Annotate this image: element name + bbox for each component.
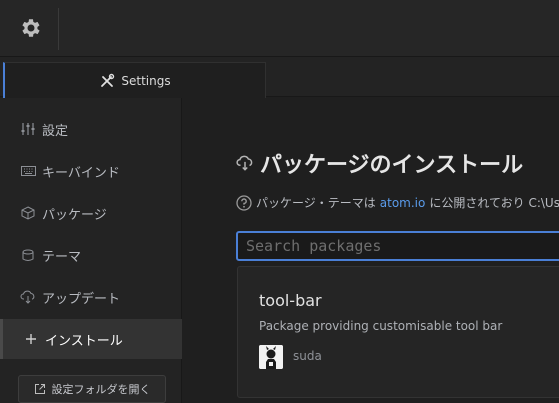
- sidebar-item-keybindings[interactable]: キーバインド: [0, 151, 182, 191]
- atom-io-link[interactable]: atom.io: [380, 196, 426, 210]
- sidebar-item-label: 設定: [42, 123, 69, 139]
- sliders-icon: [20, 121, 36, 137]
- plus-icon: [23, 331, 39, 347]
- page-title-text: パッケージのインストール: [260, 153, 524, 178]
- tab-label: Settings: [121, 73, 171, 88]
- install-panel: パッケージのインストール パッケージ・テーマは atom.io に公開されており…: [183, 98, 559, 403]
- sidebar-item-install[interactable]: インストール: [0, 319, 182, 359]
- tools-icon: [101, 73, 115, 87]
- page-title: パッケージのインストール: [236, 148, 523, 178]
- sidebar-item-packages[interactable]: パッケージ: [0, 193, 182, 233]
- sidebar-item-updates[interactable]: アップデート: [0, 277, 182, 317]
- open-config-folder-button[interactable]: 設定フォルダを開く: [18, 375, 166, 403]
- keyboard-icon: [20, 163, 36, 179]
- tool-bar: [0, 0, 559, 57]
- tab-bar: Settings: [0, 57, 559, 98]
- info-prefix: パッケージ・テーマは: [256, 196, 376, 210]
- package-icon: [20, 205, 36, 221]
- gear-icon: [21, 19, 40, 37]
- paintcan-icon: [20, 247, 36, 263]
- settings-sidebar: 設定 キーバインド パッケージ テーマ アップデート インストール 設定フォルダ…: [0, 98, 182, 403]
- sidebar-item-label: キーバインド: [42, 165, 120, 181]
- avatar[interactable]: [259, 345, 283, 369]
- sidebar-item-themes[interactable]: テーマ: [0, 235, 182, 275]
- question-icon: [236, 194, 252, 211]
- toolbar-separator: [58, 8, 59, 50]
- package-card[interactable]: tool-bar Package providing customisable …: [237, 266, 559, 398]
- install-info: パッケージ・テーマは atom.io に公開されており C:\Use: [236, 194, 559, 211]
- sidebar-item-label: アップデート: [42, 291, 121, 307]
- sidebar-item-label: パッケージ: [42, 207, 107, 223]
- cloud-download-icon: [20, 289, 36, 305]
- search-input[interactable]: [236, 231, 559, 261]
- package-author[interactable]: suda: [293, 349, 322, 363]
- sidebar-item-settings[interactable]: 設定: [0, 109, 182, 149]
- atom-window: Settings 設定 キーバインド パッケージ テーマ アップデート インスト…: [0, 0, 559, 403]
- link-external-icon: [34, 384, 45, 394]
- open-config-label: 設定フォルダを開く: [51, 383, 151, 396]
- cloud-download-icon: [236, 155, 253, 171]
- info-suffix: に公開されており C:\Use: [429, 196, 559, 210]
- sidebar-item-label: インストール: [45, 333, 123, 349]
- tab-settings[interactable]: Settings: [3, 62, 266, 98]
- settings-gear-button[interactable]: [7, 7, 54, 49]
- sidebar-item-label: テーマ: [42, 249, 82, 265]
- package-name[interactable]: tool-bar: [259, 291, 322, 310]
- package-description: Package providing customisable tool bar: [259, 319, 503, 333]
